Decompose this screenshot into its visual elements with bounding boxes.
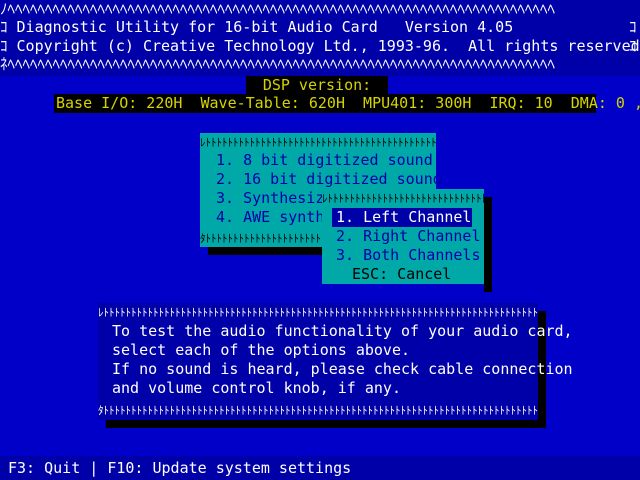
menu-item-16bit[interactable]: 2. 16 bit digitized sound xyxy=(216,170,442,189)
submenu-top-border: ﾚﾄﾄﾄﾄﾄﾄﾄﾄﾄﾄﾄﾄﾄﾄﾄﾄﾄﾄﾄﾄﾄﾄﾄﾄﾄﾄﾄﾄﾄﾄﾄﾄﾄﾄﾄﾄ xyxy=(322,192,484,205)
infobox-shadow-bottom xyxy=(106,420,546,428)
dsp-version: DSP version: 4.16 xyxy=(246,76,388,112)
header-panel: ﾉﾍﾍﾍﾍﾍﾍﾍﾍﾍﾍﾍﾍﾍﾍﾍﾍﾍﾍﾍﾍﾍﾍﾍﾍﾍﾍﾍﾍﾍﾍﾍﾍﾍﾍﾍﾍﾍﾍﾍ… xyxy=(0,0,640,76)
header-right-edge: ｺ xyxy=(629,18,637,36)
instructions-box: ﾚﾄﾄﾄﾄﾄﾄﾄﾄﾄﾄﾄﾄﾄﾄﾄﾄﾄﾄﾄﾄﾄﾄﾄﾄﾄﾄﾄﾄﾄﾄﾄﾄﾄﾄﾄﾄﾄﾄﾄ… xyxy=(98,303,573,420)
instruction-line-4: and volume control knob, if any. xyxy=(112,379,401,397)
channel-item-left[interactable]: 1. Left Channel xyxy=(332,208,472,227)
menu-item-awe[interactable]: 4. AWE synthe xyxy=(216,208,333,227)
menu-bottom-border: ﾀﾄﾄﾄﾄﾄﾄﾄﾄﾄﾄﾄﾄﾄﾄﾄﾄﾄﾄﾄﾄﾄﾄﾄﾄﾄﾄﾄﾄﾄ xyxy=(200,232,330,245)
menu-shadow xyxy=(208,247,322,255)
header-bottom-border: ﾈﾍﾍﾍﾍﾍﾍﾍﾍﾍﾍﾍﾍﾍﾍﾍﾍﾍﾍﾍﾍﾍﾍﾍﾍﾍﾍﾍﾍﾍﾍﾍﾍﾍﾍﾍﾍﾍﾍﾍ… xyxy=(0,55,556,73)
header-right-edge-2: ｺ xyxy=(629,37,637,55)
infobox-bottom-border: ﾀﾄﾄﾄﾄﾄﾄﾄﾄﾄﾄﾄﾄﾄﾄﾄﾄﾄﾄﾄﾄﾄﾄﾄﾄﾄﾄﾄﾄﾄﾄﾄﾄﾄﾄﾄﾄﾄﾄﾄ… xyxy=(98,404,538,417)
instruction-line-2: select each of the options above. xyxy=(112,341,411,359)
channel-item-right[interactable]: 2. Right Channel xyxy=(336,227,481,246)
port-settings: Base I/O: 220H Wave-Table: 620H MPU401: … xyxy=(54,94,640,113)
channel-menu: ﾚﾄﾄﾄﾄﾄﾄﾄﾄﾄﾄﾄﾄﾄﾄﾄﾄﾄﾄﾄﾄﾄﾄﾄﾄﾄﾄﾄﾄﾄﾄﾄﾄﾄﾄﾄﾄ 1.… xyxy=(322,189,484,284)
submenu-shadow xyxy=(484,197,492,292)
instruction-line-1: To test the audio functionality of your … xyxy=(112,322,573,340)
status-bar[interactable]: F3: Quit | F10: Update system settings xyxy=(0,456,640,480)
cancel-item[interactable]: ESC: Cancel xyxy=(352,265,451,284)
instruction-line-3: If no sound is heard, please check cable… xyxy=(112,360,573,378)
utility-title: Diagnostic Utility for 16-bit Audio Card… xyxy=(16,18,514,36)
header-title-row: ｺ Diagnostic Utility for 16-bit Audio Ca… xyxy=(0,18,514,36)
header-top-border: ﾉﾍﾍﾍﾍﾍﾍﾍﾍﾍﾍﾍﾍﾍﾍﾍﾍﾍﾍﾍﾍﾍﾍﾍﾍﾍﾍﾍﾍﾍﾍﾍﾍﾍﾍﾍﾍﾍﾍﾍ… xyxy=(0,0,556,18)
infobox-top-border: ﾚﾄﾄﾄﾄﾄﾄﾄﾄﾄﾄﾄﾄﾄﾄﾄﾄﾄﾄﾄﾄﾄﾄﾄﾄﾄﾄﾄﾄﾄﾄﾄﾄﾄﾄﾄﾄﾄﾄﾄ… xyxy=(98,306,538,319)
copyright-text: Copyright (c) Creative Technology Ltd., … xyxy=(16,37,640,55)
menu-top-border: ﾚﾄﾄﾄﾄﾄﾄﾄﾄﾄﾄﾄﾄﾄﾄﾄﾄﾄﾄﾄﾄﾄﾄﾄﾄﾄﾄﾄﾄﾄﾄﾄﾄﾄﾄﾄﾄﾄﾄﾄ… xyxy=(200,136,436,149)
channel-item-both[interactable]: 3. Both Channels xyxy=(336,246,481,265)
header-copyright-row: ｺ Copyright (c) Creative Technology Ltd.… xyxy=(0,37,640,56)
menu-item-synthesizer[interactable]: 3. Synthesize xyxy=(216,189,333,208)
menu-item-8bit[interactable]: 1. 8 bit digitized sound xyxy=(216,151,433,170)
